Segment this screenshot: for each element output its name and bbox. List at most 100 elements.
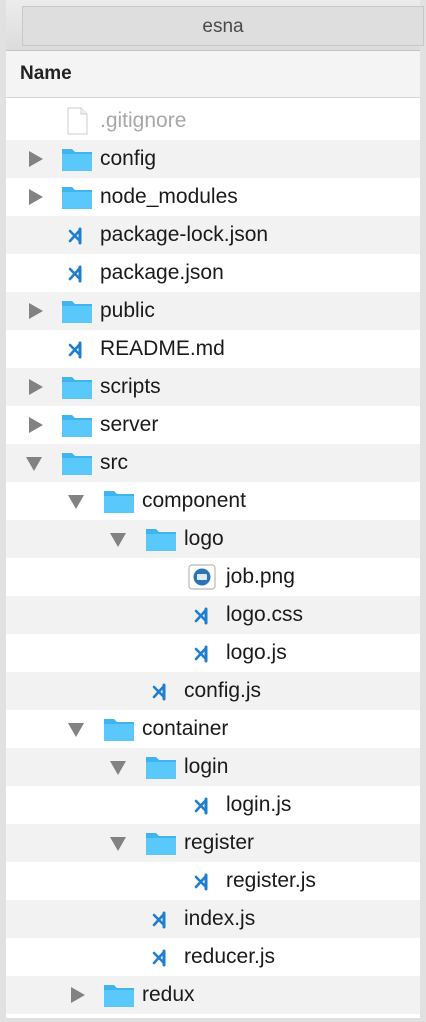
file-row[interactable]: config.js bbox=[6, 672, 420, 710]
vscode-file-icon bbox=[186, 634, 220, 672]
triangle-down-shape bbox=[110, 761, 126, 775]
file-row[interactable]: index.js bbox=[6, 900, 420, 938]
file-list: .gitignore config node_modules package-lock… bbox=[6, 102, 420, 1014]
file-row[interactable]: package.json bbox=[6, 254, 420, 292]
triangle-right-shape bbox=[29, 417, 43, 433]
item-name-label: server bbox=[100, 413, 159, 436]
folder-row[interactable]: register bbox=[6, 824, 420, 862]
folder-icon bbox=[60, 406, 94, 444]
triangle-down-shape bbox=[110, 533, 126, 547]
column-header: Name bbox=[6, 51, 420, 98]
item-name-label: node_modules bbox=[100, 185, 238, 208]
item-name-label: logo.css bbox=[226, 603, 304, 626]
folder-icon bbox=[102, 710, 136, 748]
disclosure-triangle-collapsed-icon[interactable] bbox=[68, 976, 88, 1014]
item-name-label: README.md bbox=[100, 337, 225, 360]
vscode-file-icon bbox=[186, 786, 220, 824]
file-row[interactable]: job.png bbox=[6, 558, 420, 596]
file-row[interactable]: reducer.js bbox=[6, 938, 420, 976]
folder-row[interactable]: server bbox=[6, 406, 420, 444]
disclosure-triangle-expanded-icon[interactable] bbox=[68, 710, 88, 748]
disclosure-triangle-expanded-icon[interactable] bbox=[68, 482, 88, 520]
folder-icon bbox=[60, 178, 94, 216]
folder-row[interactable]: logo bbox=[6, 520, 420, 558]
item-name-label: redux bbox=[142, 983, 195, 1006]
item-name-label: register bbox=[184, 831, 255, 854]
item-name-label: config.js bbox=[184, 679, 262, 702]
disclosure-triangle-expanded-icon[interactable] bbox=[26, 444, 46, 482]
folder-row[interactable]: config bbox=[6, 140, 420, 178]
disclosure-triangle-expanded-icon[interactable] bbox=[110, 824, 130, 862]
file-row[interactable]: package-lock.json bbox=[6, 216, 420, 254]
folder-row[interactable]: node_modules bbox=[6, 178, 420, 216]
folder-icon bbox=[144, 748, 178, 786]
folder-row[interactable]: public bbox=[6, 292, 420, 330]
folder-icon bbox=[60, 444, 94, 482]
folder-row[interactable]: login bbox=[6, 748, 420, 786]
folder-icon bbox=[144, 824, 178, 862]
disclosure-triangle-collapsed-icon[interactable] bbox=[26, 178, 46, 216]
vscode-file-icon bbox=[60, 330, 94, 368]
image-file-icon bbox=[186, 558, 220, 596]
triangle-right-shape bbox=[29, 189, 43, 205]
item-name-label: login.js bbox=[226, 793, 292, 816]
triangle-down-shape bbox=[110, 837, 126, 851]
disclosure-triangle-expanded-icon[interactable] bbox=[110, 748, 130, 786]
item-name-label: reducer.js bbox=[184, 945, 276, 968]
file-row[interactable]: login.js bbox=[6, 786, 420, 824]
item-name-label: package-lock.json bbox=[100, 223, 269, 246]
disclosure-triangle-collapsed-icon[interactable] bbox=[26, 292, 46, 330]
vscode-file-icon bbox=[186, 596, 220, 634]
triangle-down-shape bbox=[68, 495, 84, 509]
folder-row[interactable]: scripts bbox=[6, 368, 420, 406]
folder-icon bbox=[60, 368, 94, 406]
title-bar[interactable]: esna bbox=[6, 0, 424, 51]
finder-window: esna Name .gitignore config node_modulespa… bbox=[0, 0, 426, 1022]
vscode-file-icon bbox=[144, 900, 178, 938]
folder-icon bbox=[60, 292, 94, 330]
item-name-label: .gitignore bbox=[100, 109, 187, 132]
disclosure-triangle-collapsed-icon[interactable] bbox=[26, 140, 46, 178]
triangle-right-shape bbox=[29, 151, 43, 167]
folder-row[interactable]: redux bbox=[6, 976, 420, 1014]
folder-icon bbox=[144, 520, 178, 558]
item-name-label: container bbox=[142, 717, 229, 740]
blank-file-icon bbox=[60, 102, 94, 140]
disclosure-triangle-collapsed-icon[interactable] bbox=[26, 406, 46, 444]
item-name-label: scripts bbox=[100, 375, 161, 398]
triangle-down-shape bbox=[68, 723, 84, 737]
item-name-label: job.png bbox=[226, 565, 295, 588]
item-name-label: logo.js bbox=[226, 641, 287, 664]
folder-row[interactable]: container bbox=[6, 710, 420, 748]
triangle-right-shape bbox=[29, 303, 43, 319]
disclosure-triangle-collapsed-icon[interactable] bbox=[26, 368, 46, 406]
folder-icon bbox=[102, 482, 136, 520]
item-name-label: logo bbox=[184, 527, 224, 550]
file-row[interactable]: README.md bbox=[6, 330, 420, 368]
item-name-label: index.js bbox=[184, 907, 256, 930]
item-name-label: package.json bbox=[100, 261, 224, 284]
vscode-file-icon bbox=[144, 938, 178, 976]
folder-icon bbox=[60, 140, 94, 178]
item-name-label: src bbox=[100, 451, 128, 474]
item-name-label: register.js bbox=[226, 869, 316, 892]
vscode-file-icon bbox=[186, 862, 220, 900]
file-row[interactable]: .gitignore bbox=[6, 102, 420, 140]
triangle-right-shape bbox=[71, 987, 85, 1003]
folder-row[interactable]: component bbox=[6, 482, 420, 520]
file-row[interactable]: logo.js bbox=[6, 634, 420, 672]
item-name-label: config bbox=[100, 147, 157, 170]
vscode-file-icon bbox=[144, 672, 178, 710]
file-row[interactable]: register.js bbox=[6, 862, 420, 900]
disclosure-triangle-expanded-icon[interactable] bbox=[110, 520, 130, 558]
vscode-file-icon bbox=[60, 254, 94, 292]
name-column-header[interactable]: Name bbox=[20, 51, 72, 97]
item-name-label: public bbox=[100, 299, 155, 322]
window-title: esna bbox=[22, 6, 424, 46]
folder-icon bbox=[102, 976, 136, 1014]
file-row[interactable]: logo.css bbox=[6, 596, 420, 634]
folder-row[interactable]: src bbox=[6, 444, 420, 482]
triangle-right-shape bbox=[29, 379, 43, 395]
item-name-label: component bbox=[142, 489, 246, 512]
vscode-file-icon bbox=[60, 216, 94, 254]
